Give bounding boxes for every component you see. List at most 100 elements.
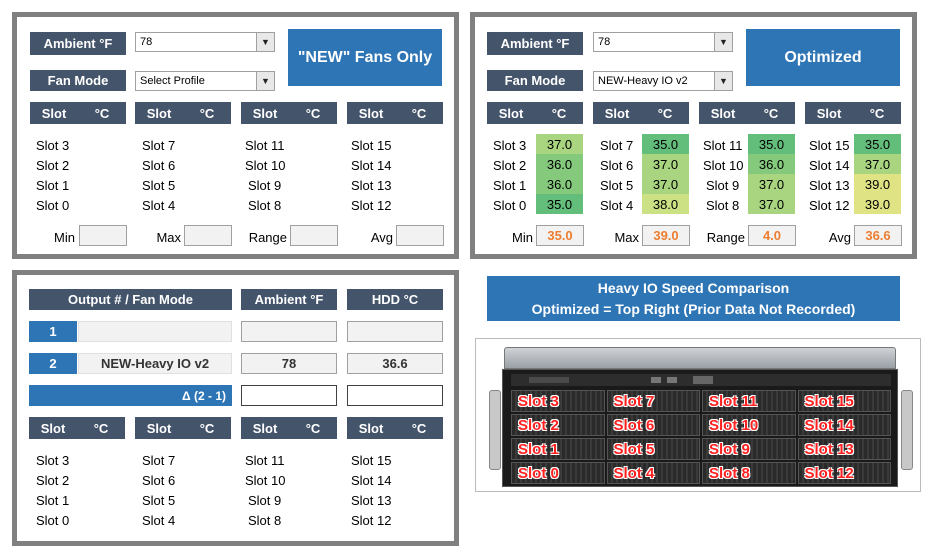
- optimized-button[interactable]: Optimized: [746, 29, 900, 86]
- slot-label: Slot 12: [351, 513, 392, 528]
- slot-label: Slot 12: [351, 198, 392, 213]
- new-fans-only-button[interactable]: "NEW" Fans Only: [288, 29, 442, 86]
- banner-line-2: Optimized = Top Right (Prior Data Not Re…: [531, 301, 856, 317]
- drive-bay: Slot 7: [606, 390, 700, 412]
- slot-label: Slot 6: [142, 473, 176, 488]
- ambient-dropdown[interactable]: 78 ▼: [135, 32, 275, 52]
- usb-port-icon: [651, 377, 661, 383]
- min-value-box: [79, 225, 127, 246]
- avg-label: Avg: [370, 230, 393, 245]
- slot-label: Slot 10: [245, 158, 286, 173]
- temp-cell: 36.0: [748, 154, 795, 174]
- min-label: Min: [54, 230, 75, 245]
- chevron-down-icon[interactable]: ▼: [256, 33, 274, 51]
- drive-bay: Slot 8: [702, 462, 796, 484]
- slot-label: Slot 3: [36, 138, 70, 153]
- temp-cell: 39.0: [854, 174, 901, 194]
- output-row-1-hdd: [347, 321, 443, 342]
- drive-bay: Slot 14: [797, 414, 891, 436]
- slot-label: Slot 12: [809, 198, 850, 213]
- output-fan-mode-header: Output # / Fan Mode: [29, 289, 232, 310]
- max-value-box: [184, 225, 232, 246]
- temp-cell: 37.0: [748, 194, 795, 214]
- slot-header: Slot °C: [593, 102, 689, 124]
- drive-bay: Slot 2: [511, 414, 605, 436]
- avg-value-box: [396, 225, 444, 246]
- slot-label: Slot 11: [245, 138, 285, 153]
- slot-label: Slot 11: [703, 138, 743, 153]
- fan-mode-label: Fan Mode: [487, 70, 583, 91]
- slot-header: Slot °C: [135, 102, 231, 124]
- delta-hdd: [347, 385, 443, 406]
- temp-cell: 37.0: [536, 134, 583, 154]
- drive-bay-grid: Slot 3 Slot 7 Slot 11 Slot 15 Slot 2 Slo…: [511, 390, 891, 484]
- ambient-label: Ambient °F: [30, 32, 126, 55]
- temp-cell: 37.0: [642, 154, 689, 174]
- ambient-dropdown[interactable]: 78 ▼: [593, 32, 733, 52]
- slot-label: Slot 7: [142, 453, 176, 468]
- control-strip: [511, 374, 891, 386]
- slot-label: Slot 4: [142, 198, 176, 213]
- slot-header: Slot °C: [487, 102, 583, 124]
- delta-row-label: Δ (2 - 1): [29, 385, 232, 406]
- drive-bay: Slot 10: [702, 414, 796, 436]
- slot-label: Slot 15: [351, 138, 392, 153]
- chevron-down-icon[interactable]: ▼: [256, 72, 274, 90]
- drive-bay: Slot 3: [511, 390, 605, 412]
- temp-cell: 37.0: [854, 154, 901, 174]
- slot-label: Slot 9: [248, 178, 282, 193]
- slot-label: Slot 0: [493, 198, 527, 213]
- range-label: Range: [706, 230, 745, 245]
- max-label: Max: [156, 230, 181, 245]
- slot-label: Slot 7: [600, 138, 634, 153]
- output-row-2-number: 2: [29, 353, 77, 374]
- slot-label: Slot 6: [600, 158, 634, 173]
- fan-mode-dropdown-value: Select Profile: [140, 75, 205, 87]
- slot-label: Slot 4: [600, 198, 634, 213]
- chassis-top: [504, 347, 896, 369]
- min-value: 35.0: [536, 225, 584, 246]
- drive-bay: Slot 4: [606, 462, 700, 484]
- temp-cell: 35.0: [642, 134, 689, 154]
- avg-value: 36.6: [854, 225, 902, 246]
- slot-label: Slot 9: [248, 493, 282, 508]
- slot-label: Slot 5: [600, 178, 634, 193]
- banner-line-1: Heavy IO Speed Comparison: [597, 280, 790, 296]
- slot-label: Slot 2: [493, 158, 527, 173]
- right-handle: [901, 390, 913, 470]
- chevron-down-icon[interactable]: ▼: [714, 72, 732, 90]
- chassis-front: Slot 3 Slot 7 Slot 11 Slot 15 Slot 2 Slo…: [489, 369, 913, 487]
- temp-cell: 36.0: [536, 154, 583, 174]
- slot-header: Slot °C: [30, 102, 126, 124]
- slot-header: Slot °C: [241, 102, 337, 124]
- slot-label: Slot 9: [706, 178, 740, 193]
- temp-cell: 35.0: [536, 194, 583, 214]
- slot-label: Slot 14: [809, 158, 850, 173]
- temp-cell: 38.0: [642, 194, 689, 214]
- usb-port-icon: [667, 377, 677, 383]
- ambient-dropdown-value: 78: [140, 36, 153, 48]
- temp-cell: 35.0: [748, 134, 795, 154]
- fan-mode-dropdown[interactable]: Select Profile ▼: [135, 71, 275, 91]
- fan-mode-dropdown[interactable]: NEW-Heavy IO v2 ▼: [593, 71, 733, 91]
- comparison-banner: Heavy IO Speed Comparison Optimized = To…: [487, 276, 900, 321]
- slot-header: Slot °C: [135, 417, 231, 439]
- delta-label: Δ (2 - 1): [182, 388, 226, 403]
- slot-label: Slot 0: [36, 198, 70, 213]
- slot-label: Slot 1: [493, 178, 527, 193]
- drive-bay: Slot 0: [511, 462, 605, 484]
- panel-new-fans-only: Ambient °F 78 ▼ Fan Mode Select Profile …: [12, 12, 459, 259]
- max-label: Max: [614, 230, 639, 245]
- slot-header: Slot °C: [347, 102, 443, 124]
- slot-label: Slot 11: [245, 453, 285, 468]
- temp-cell: 36.0: [536, 174, 583, 194]
- slot-label: Slot 10: [245, 473, 286, 488]
- drive-bay: Slot 9: [702, 438, 796, 460]
- slot-label: Slot 13: [809, 178, 850, 193]
- slot-label: Slot 5: [142, 178, 176, 193]
- slot-label: Slot 2: [36, 473, 70, 488]
- slot-label: Slot 2: [36, 158, 70, 173]
- slot-label: Slot 6: [142, 158, 176, 173]
- drive-bay: Slot 11: [702, 390, 796, 412]
- chevron-down-icon[interactable]: ▼: [714, 33, 732, 51]
